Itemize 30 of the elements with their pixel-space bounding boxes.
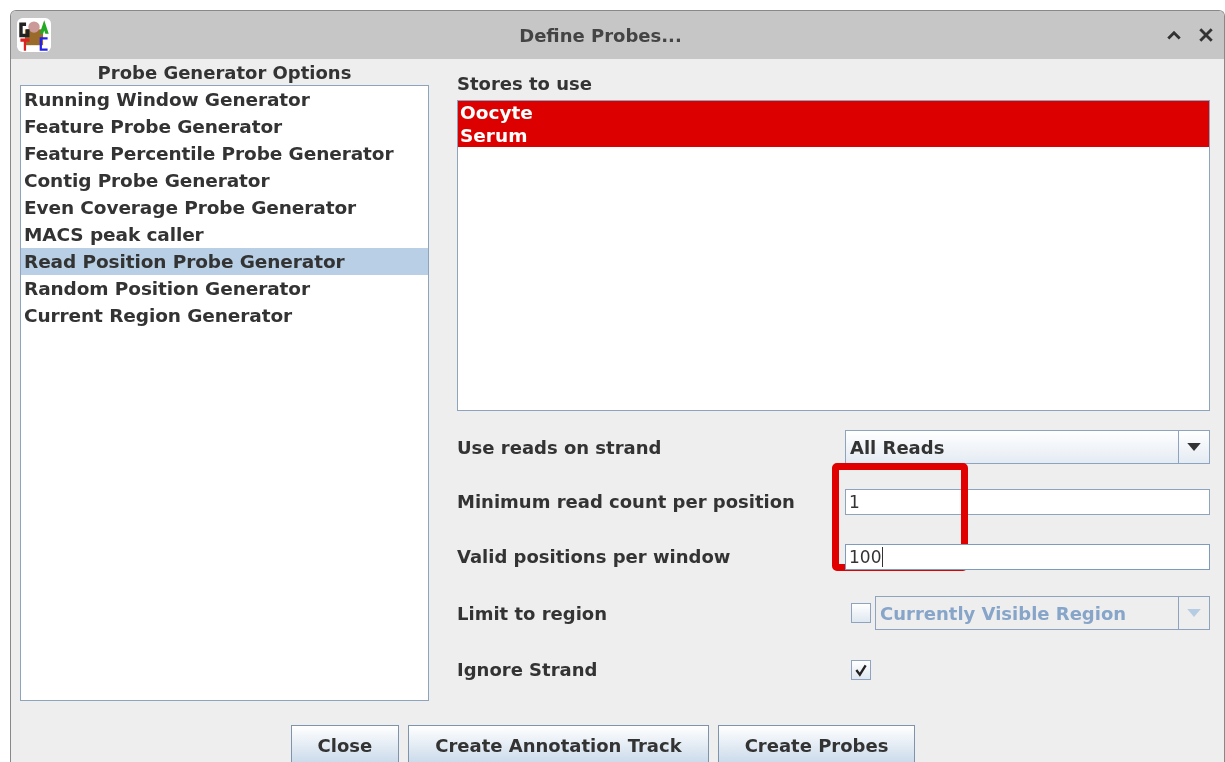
window-title: Define Probes... [518,24,683,46]
dialog-button[interactable]: Create Annotation Track [408,725,709,762]
list-item[interactable]: Oocyte [458,101,1209,124]
stores-label: Stores to use [457,73,593,95]
list-item[interactable]: Serum [458,124,1209,147]
dropdown[interactable]: All Reads [845,430,1210,464]
panel-title: Probe Generator Options [96,63,353,83]
checkbox[interactable] [851,659,871,680]
list-item[interactable]: Feature Percentile Probe Generator [21,140,428,167]
input-field[interactable]: 1 [845,488,1210,515]
dialog-button[interactable]: Create Probes [717,725,916,762]
list-item[interactable]: Random Position Generator [21,275,428,302]
option-label: Ignore Strand [457,659,599,680]
list-item[interactable]: Running Window Generator [21,86,428,113]
list-item[interactable]: Contig Probe Generator [21,167,428,194]
option-label: Minimum read count per position [457,491,796,512]
app-logo-icon [17,18,51,52]
list-item[interactable]: Current Region Generator [21,302,428,329]
option-label: Limit to region [457,602,608,624]
caret-icon [1187,608,1201,618]
list-item[interactable]: Read Position Probe Generator [21,248,428,275]
caret-icon [1187,442,1201,452]
list-item[interactable]: Feature Probe Generator [21,113,428,140]
option-label: Use reads on strand [457,436,663,458]
close-icon[interactable] [1198,27,1214,43]
list-item[interactable]: Even Coverage Probe Generator [21,194,428,221]
option-label: Valid positions per window [457,546,732,567]
list-item[interactable]: MACS peak caller [21,221,428,248]
dialog-button[interactable]: Close [290,725,400,762]
input-field[interactable]: 100 [845,543,1210,570]
